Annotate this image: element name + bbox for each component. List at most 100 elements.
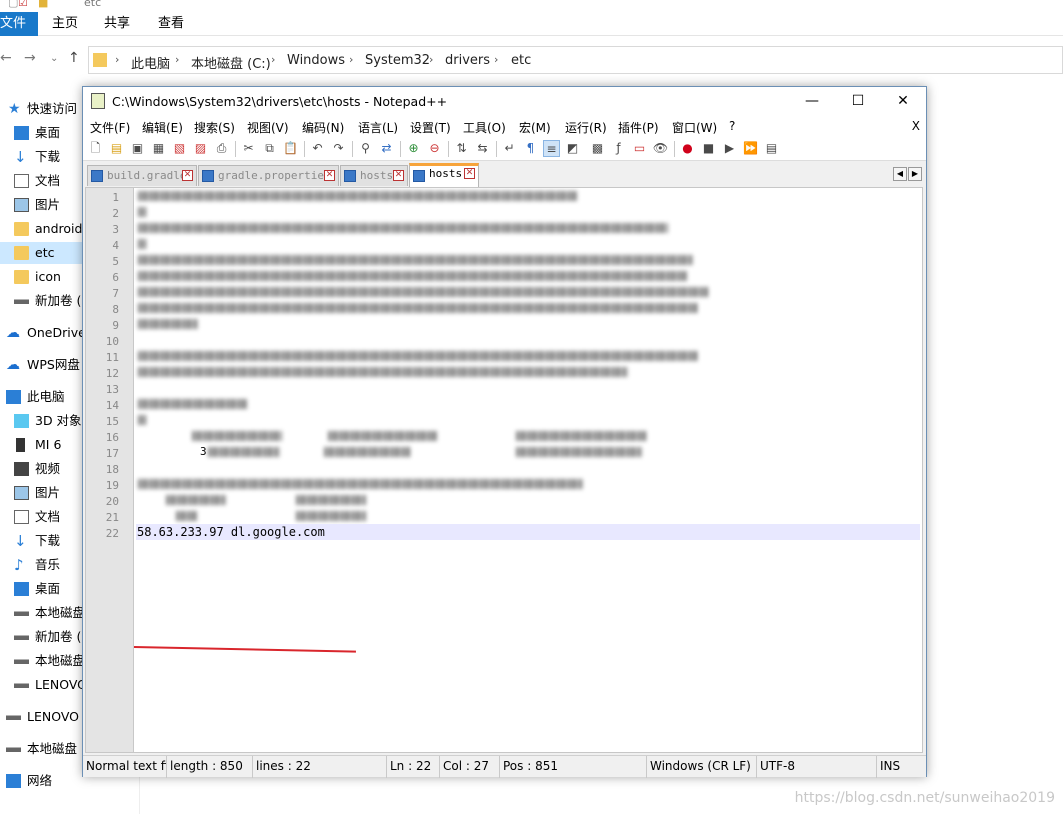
breadcrumb-etc[interactable]: etc xyxy=(511,53,531,68)
menu-tools[interactable]: 工具(O) xyxy=(463,119,506,136)
back-arrow-icon[interactable]: ← xyxy=(0,50,12,66)
nav-label: 图片 xyxy=(35,197,61,212)
breadcrumb-drivers[interactable]: drivers xyxy=(445,53,490,68)
menu-encoding[interactable]: 编码(N) xyxy=(302,119,344,136)
menu-edit[interactable]: 编辑(E) xyxy=(142,119,183,136)
paste-icon[interactable]: 📋 xyxy=(282,140,299,157)
menu-help[interactable]: ? xyxy=(729,119,735,133)
breadcrumb-windows[interactable]: Windows xyxy=(287,53,345,68)
run-macro-multiple-icon[interactable]: ⏩ xyxy=(742,140,759,157)
save-icon[interactable]: ▣ xyxy=(129,140,146,157)
doc-map-icon[interactable]: ▩ xyxy=(589,140,606,157)
up-arrow-icon[interactable]: ↑ xyxy=(68,50,80,66)
toolbar-separator xyxy=(352,141,353,157)
nav-label: 本地磁盘 xyxy=(27,741,78,756)
code-line-blurred xyxy=(136,508,920,524)
npp-title-bar[interactable]: C:\Windows\System32\drivers\etc\hosts - … xyxy=(83,87,926,117)
save-macro-icon[interactable]: ▤ xyxy=(763,140,780,157)
new-file-icon[interactable]: 🗋 xyxy=(87,140,104,157)
current-line[interactable]: 58.63.233.97 dl.google.com xyxy=(136,524,920,540)
find-icon[interactable]: ⚲ xyxy=(357,140,374,157)
folder-icon: ■ xyxy=(38,0,49,9)
tab-scroll-right-icon[interactable]: ▶ xyxy=(908,167,922,181)
watermark: https://blog.csdn.net/sunweihao2019 xyxy=(794,790,1055,806)
word-wrap-icon[interactable]: ↵ xyxy=(501,140,518,157)
save-all-icon[interactable]: ▦ xyxy=(150,140,167,157)
print-icon[interactable]: ⎙ xyxy=(213,140,230,157)
open-file-icon[interactable]: ▤ xyxy=(108,140,125,157)
tab-close-icon[interactable]: ✕ xyxy=(324,170,335,181)
cut-icon[interactable]: ✂ xyxy=(240,140,257,157)
tab-label: gradle.properties xyxy=(218,169,331,182)
undo-icon[interactable]: ↶ xyxy=(309,140,326,157)
indent-guide-icon[interactable]: ≡ xyxy=(543,140,560,157)
monitoring-icon[interactable]: 👁 xyxy=(652,140,669,157)
line-number: 14 xyxy=(105,399,119,412)
blurred-text xyxy=(324,447,410,457)
tab-hosts-active[interactable]: hosts ✕ xyxy=(409,163,479,187)
redo-icon[interactable]: ↷ xyxy=(330,140,347,157)
sync-horizontal-icon[interactable]: ⇆ xyxy=(474,140,491,157)
replace-icon[interactable]: ⇄ xyxy=(378,140,395,157)
minimize-icon[interactable]: — xyxy=(789,91,835,113)
show-all-chars-icon[interactable]: ¶ xyxy=(522,140,539,157)
menu-language[interactable]: 语言(L) xyxy=(358,119,398,136)
folder-workspace-icon[interactable]: ▭ xyxy=(631,140,648,157)
menu-search[interactable]: 搜索(S) xyxy=(194,119,235,136)
menu-view[interactable]: 视图(V) xyxy=(247,119,289,136)
quick-access-toolbar-icon[interactable]: ▢ xyxy=(8,0,18,9)
drive-icon xyxy=(6,742,21,756)
tab-home[interactable]: 主页 xyxy=(40,12,90,36)
status-encoding[interactable]: UTF-8 xyxy=(757,756,877,778)
zoom-out-icon[interactable]: ⊖ xyxy=(426,140,443,157)
tab-build-gradle[interactable]: build.gradle ✕ xyxy=(87,165,197,186)
breadcrumb-system32[interactable]: System32 xyxy=(365,53,430,68)
close-all-icon[interactable]: ▨ xyxy=(192,140,209,157)
close-icon[interactable]: ✕ xyxy=(880,91,926,113)
status-eol[interactable]: Windows (CR LF) xyxy=(647,756,757,778)
breadcrumb-local-disk[interactable]: 本地磁盘 (C:) xyxy=(191,53,271,72)
music-icon: ♪ xyxy=(14,556,24,574)
tab-hosts-1[interactable]: hosts ✕ xyxy=(340,165,408,186)
hosts-entry-text[interactable]: 58.63.233.97 dl.google.com xyxy=(137,524,325,540)
status-insert-mode[interactable]: INS xyxy=(877,756,926,778)
menu-plugins[interactable]: 插件(P) xyxy=(618,119,659,136)
breadcrumb-this-pc[interactable]: 此电脑 xyxy=(131,53,170,72)
video-icon xyxy=(14,462,29,476)
tab-close-icon[interactable]: ✕ xyxy=(464,168,475,179)
maximize-icon[interactable]: ☐ xyxy=(835,91,881,113)
tab-label: build.gradle xyxy=(107,169,187,182)
menu-settings[interactable]: 设置(T) xyxy=(410,119,451,136)
tab-close-icon[interactable]: ✕ xyxy=(182,170,193,181)
tab-view[interactable]: 查看 xyxy=(146,12,196,36)
breadcrumb-separator-icon: › xyxy=(271,53,276,66)
play-macro-icon[interactable]: ▶ xyxy=(721,140,738,157)
line-number: 8 xyxy=(112,303,119,316)
tab-file[interactable]: 文件 xyxy=(0,12,38,36)
blurred-text xyxy=(192,431,282,441)
record-macro-icon[interactable]: ● xyxy=(679,140,696,157)
saved-file-icon xyxy=(344,170,356,182)
stop-macro-icon[interactable]: ■ xyxy=(700,140,717,157)
lang-define-icon[interactable]: ◩ xyxy=(564,140,581,157)
function-list-icon[interactable]: ƒ xyxy=(610,140,627,157)
address-bar[interactable]: › 此电脑 › 本地磁盘 (C:) › Windows › System32 ›… xyxy=(88,46,1063,74)
blurred-text xyxy=(138,303,698,313)
menu-file[interactable]: 文件(F) xyxy=(90,119,130,136)
properties-icon[interactable]: ☑ xyxy=(18,0,28,9)
close-file-icon[interactable]: ▧ xyxy=(171,140,188,157)
forward-arrow-icon[interactable]: → xyxy=(24,50,36,66)
tab-gradle-properties[interactable]: gradle.properties ✕ xyxy=(198,165,339,186)
menu-run[interactable]: 运行(R) xyxy=(565,119,607,136)
editor-area[interactable]: 1 2 3 4 5 6 7 8 9 10 11 12 13 14 15 16 1… xyxy=(85,187,923,753)
tab-scroll-left-icon[interactable]: ◀ xyxy=(893,167,907,181)
recent-locations-icon[interactable]: ⌄ xyxy=(50,53,58,64)
tab-close-icon[interactable]: ✕ xyxy=(393,170,404,181)
tab-share[interactable]: 共享 xyxy=(92,12,142,36)
copy-icon[interactable]: ⧉ xyxy=(261,140,278,157)
menu-window[interactable]: 窗口(W) xyxy=(672,119,717,136)
zoom-in-icon[interactable]: ⊕ xyxy=(405,140,422,157)
sync-vertical-icon[interactable]: ⇅ xyxy=(453,140,470,157)
menu-macro[interactable]: 宏(M) xyxy=(519,119,551,136)
close-document-icon[interactable]: X xyxy=(912,119,920,133)
